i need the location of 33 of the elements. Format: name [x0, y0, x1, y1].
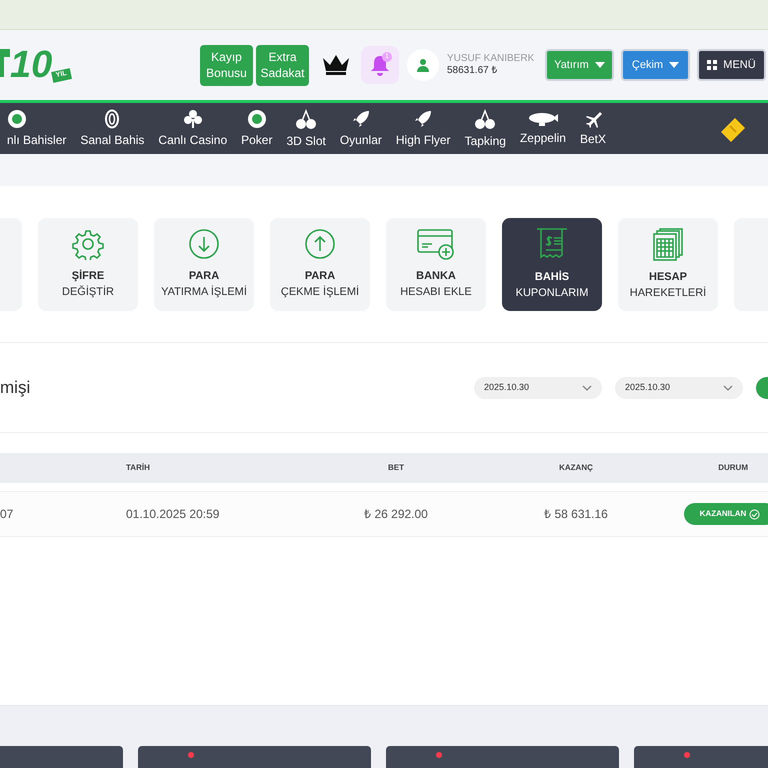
- action-card[interactable]: BAHİS KUPONLARIM: [502, 218, 602, 310]
- nav-item[interactable]: Tapking: [458, 103, 513, 154]
- action-card[interactable]: BANKA HESABI EKLE: [386, 218, 486, 310]
- action-card[interactable]: ŞİFRE DEĞİŞTİR: [38, 218, 138, 310]
- nav-item[interactable]: Oyunlar: [332, 103, 389, 154]
- nav-item[interactable]: Zeppelin: [512, 103, 573, 154]
- menu-button[interactable]: MENÜ: [697, 49, 766, 81]
- column-header: TARİH: [126, 462, 151, 474]
- date-picker[interactable]: 2025.10.30: [474, 376, 602, 398]
- dropdown-button[interactable]: Çekim: [621, 49, 690, 81]
- column-header: BET: [387, 462, 405, 474]
- action-card[interactable]: HESAP HAREKETLERİ: [618, 218, 718, 310]
- table-cell-text: 07: [0, 506, 14, 523]
- date-picker[interactable]: 2025.10.30: [615, 376, 743, 398]
- table-cell-text: 01.10.2025 20:59: [126, 506, 220, 523]
- section-title: mişi: [0, 376, 30, 399]
- nav-item[interactable]: Canlı Casino: [151, 103, 234, 154]
- nav-item[interactable]: Sanal Bahis: [73, 103, 152, 154]
- column-header: DURUM: [717, 462, 749, 474]
- nav-item[interactable]: 3D Slot: [279, 103, 333, 154]
- action-card[interactable]: PARA YATIRMA İŞLEMİ: [154, 218, 254, 310]
- column-header: KAZANÇ: [558, 462, 594, 474]
- logo-text: 10: [10, 46, 52, 84]
- table-cell-text: ₺ 26 292.00: [363, 506, 429, 523]
- action-card[interactable]: PARA ÇEKME İŞLEMİ: [270, 218, 370, 310]
- user-name: YUSUF KANIBERK: [447, 53, 536, 65]
- nav-item[interactable]: BetX: [572, 103, 613, 154]
- nav-item[interactable]: nlı Bahisler: [0, 103, 74, 154]
- table-cell-text: ₺ 58 631.16: [543, 506, 609, 523]
- user-balance: 58631.67 ₺: [447, 65, 498, 77]
- nav-item[interactable]: Poker: [234, 103, 280, 154]
- nav-item[interactable]: High Flyer: [388, 103, 458, 154]
- status-badge: KAZANILAN: [684, 503, 768, 525]
